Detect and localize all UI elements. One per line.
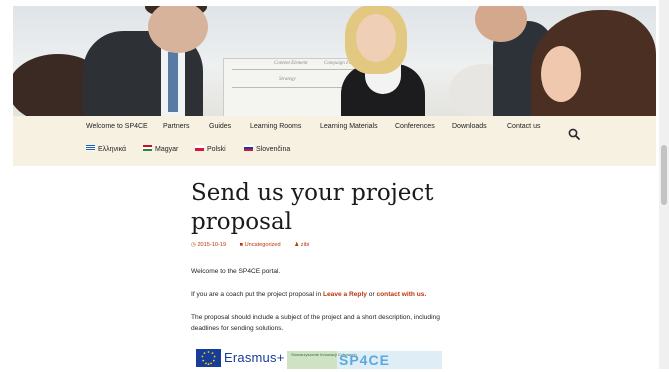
post-meta: ◷ 2015-10-19 ■ Uncategorized ♟ zibi (191, 242, 321, 248)
scrollbar-thumb[interactable] (661, 145, 667, 205)
post-paragraph: The proposal should include a subject of… (191, 314, 440, 321)
contact-link[interactable]: contact with us. (376, 291, 426, 298)
post-category[interactable]: ■ Uncategorized (240, 242, 287, 248)
nav-item-partners[interactable]: Partners (163, 123, 189, 130)
lang-label: Ελληνικά (98, 146, 127, 153)
poland-flag-icon (195, 145, 204, 152)
scrollbar[interactable] (659, 0, 669, 369)
lang-greek[interactable]: Ελληνικά (86, 145, 127, 153)
page: Content Element Campaign Factors Strateg… (13, 6, 656, 369)
search-icon[interactable] (568, 128, 580, 140)
nav-item-guides[interactable]: Guides (209, 123, 231, 130)
nav-item-downloads[interactable]: Downloads (452, 123, 487, 130)
header-image: Content Element Campaign Factors Strateg… (13, 6, 656, 116)
nav-item-learning-materials[interactable]: Learning Materials (320, 123, 378, 130)
erasmus-logo: Erasmus+ (196, 349, 285, 369)
hungary-flag-icon (143, 145, 152, 152)
greece-flag-icon (86, 145, 95, 152)
main-navigation: Welcome to SP4CE Partners Guides Learnin… (13, 116, 656, 166)
post-paragraph: Welcome to the SP4CE portal. (191, 268, 281, 275)
erasmus-text: Erasmus+ (224, 350, 285, 365)
post-paragraph: deadlines for sending solutions. (191, 325, 284, 332)
nav-item-welcome[interactable]: Welcome to SP4CE (86, 123, 148, 130)
post-title: Send us your project proposal (191, 180, 434, 235)
sp4ce-logo: Stowarzyszenie Innowacji Cyfrowych SP4CE (287, 351, 442, 369)
nav-item-learning-rooms[interactable]: Learning Rooms (250, 123, 301, 130)
post-paragraph: If you are a coach put the project propo… (191, 291, 427, 298)
lang-slovak[interactable]: Slovenčina (244, 145, 291, 153)
partner-logo: Stowarzyszenie Innowacji Cyfrowych (287, 351, 357, 369)
leave-reply-link[interactable]: Leave a Reply (323, 291, 367, 298)
board-text: Content Element (274, 61, 308, 66)
lang-label: Magyar (155, 146, 179, 153)
lang-polish[interactable]: Polski (195, 145, 226, 153)
lang-label: Polski (207, 146, 226, 153)
lang-hungarian[interactable]: Magyar (143, 145, 179, 153)
nav-item-conferences[interactable]: Conferences (395, 123, 435, 130)
lang-label: Slovenčina (256, 146, 291, 153)
post-date[interactable]: ◷ 2015-10-19 (191, 242, 232, 248)
slovenia-flag-icon (244, 145, 253, 152)
sp4ce-text: SP4CE (339, 352, 390, 368)
eu-flag-icon (196, 349, 221, 367)
nav-item-contact[interactable]: Contact us (507, 123, 540, 130)
board-text: Strategy (279, 77, 296, 82)
post-author[interactable]: ♟ zibi (294, 242, 315, 248)
